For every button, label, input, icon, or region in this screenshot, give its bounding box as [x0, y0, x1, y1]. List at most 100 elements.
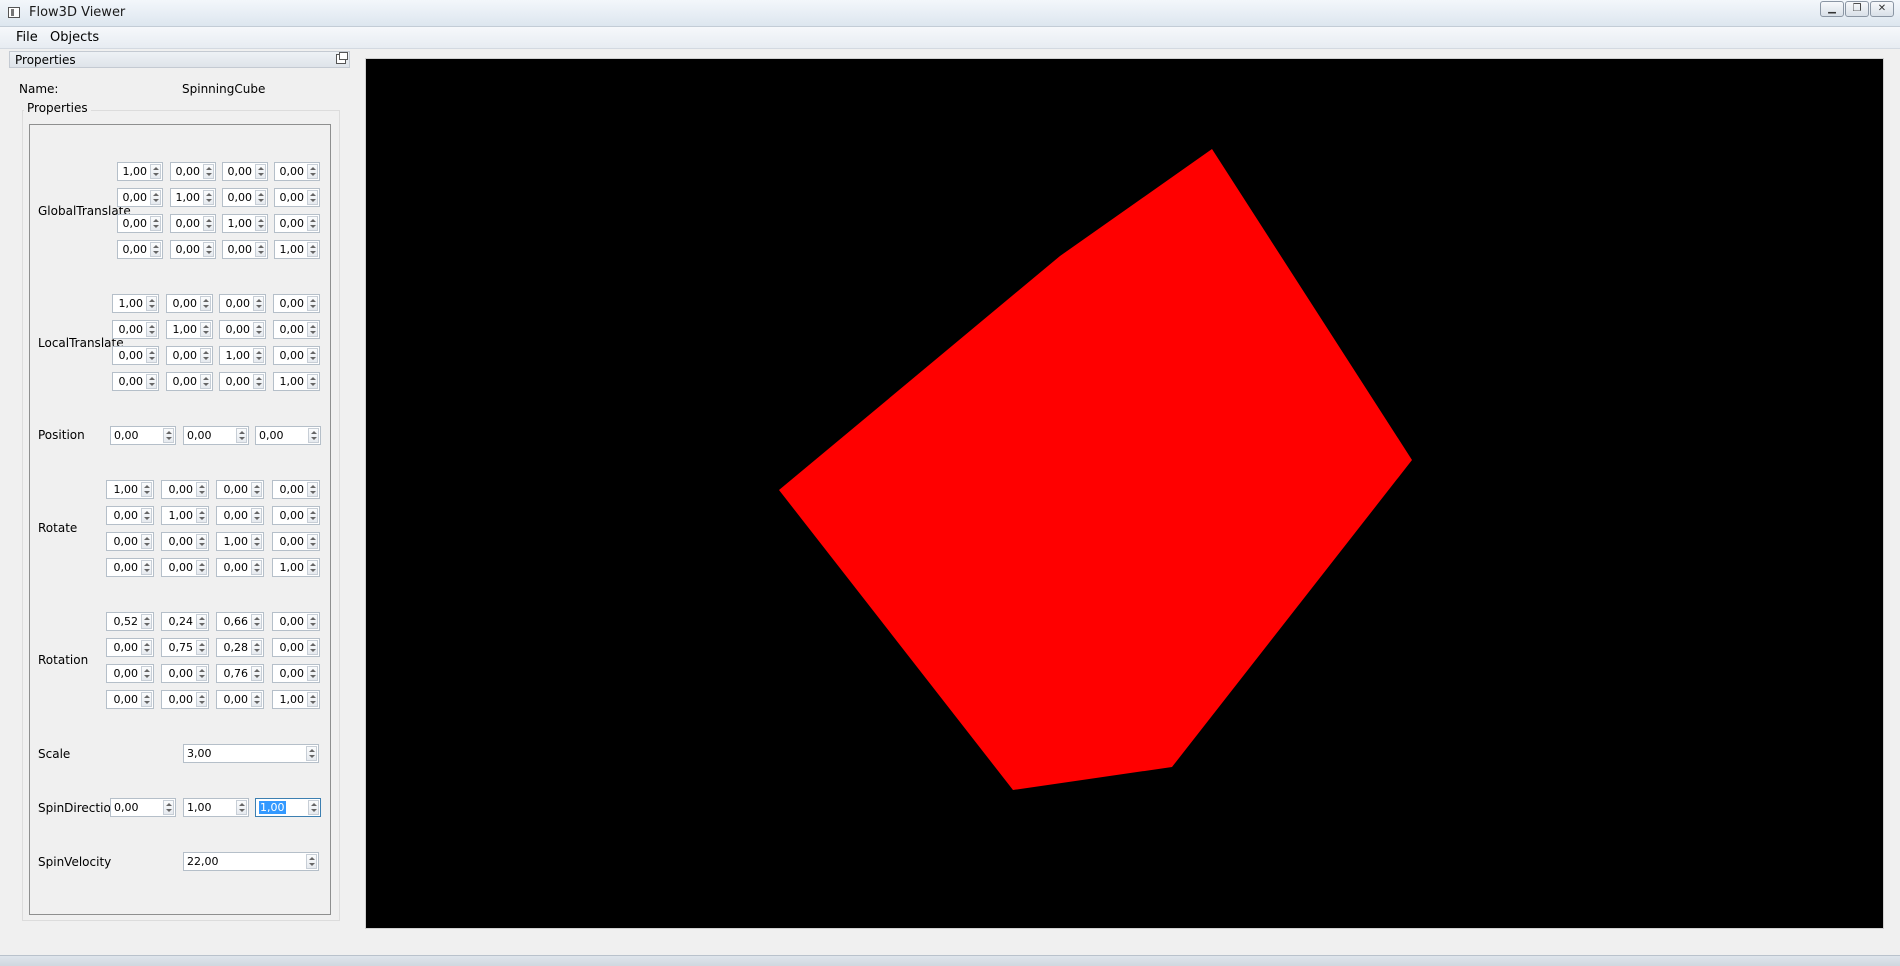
rotate-1-2-spinbox[interactable]: 0,00	[216, 506, 264, 525]
spin-arrows-icon[interactable]	[141, 692, 152, 707]
spin-arrows-icon[interactable]	[306, 854, 317, 869]
rotate-0-0-spinbox[interactable]: 1,00	[106, 480, 154, 499]
spin-arrows-icon[interactable]	[307, 640, 318, 655]
local-translate-1-2-spinbox[interactable]: 0,00	[219, 320, 266, 339]
spin-arrows-icon[interactable]	[163, 800, 174, 815]
spin-arrows-icon[interactable]	[150, 190, 161, 205]
spin-arrows-icon[interactable]	[307, 348, 318, 363]
rotation-3-2-spinbox[interactable]: 0,00	[216, 690, 264, 709]
spin-arrows-icon[interactable]	[146, 296, 157, 311]
spin-arrows-icon[interactable]	[196, 692, 207, 707]
spin-arrows-icon[interactable]	[307, 164, 318, 179]
spin-arrows-icon[interactable]	[307, 374, 318, 389]
spin-arrows-icon[interactable]	[196, 534, 207, 549]
rotate-1-3-spinbox[interactable]: 0,00	[272, 506, 320, 525]
spin-arrows-icon[interactable]	[141, 666, 152, 681]
rotation-1-3-spinbox[interactable]: 0,00	[272, 638, 320, 657]
spin-arrows-icon[interactable]	[251, 534, 262, 549]
rotate-3-0-spinbox[interactable]: 0,00	[106, 558, 154, 577]
spin-arrows-icon[interactable]	[308, 428, 319, 443]
spin-arrows-icon[interactable]	[203, 242, 214, 257]
spin-arrows-icon[interactable]	[308, 800, 319, 815]
spin-arrows-icon[interactable]	[307, 508, 318, 523]
spin-arrows-icon[interactable]	[200, 374, 211, 389]
spin-arrows-icon[interactable]	[255, 242, 266, 257]
global-translate-2-2-spinbox[interactable]: 1,00	[222, 214, 268, 233]
global-translate-2-0-spinbox[interactable]: 0,00	[117, 214, 163, 233]
local-translate-1-0-spinbox[interactable]: 0,00	[112, 320, 159, 339]
position-z-spinbox[interactable]: 0,00	[255, 426, 321, 445]
spin-arrows-icon[interactable]	[163, 428, 174, 443]
scale-spinbox[interactable]: 3,00	[183, 744, 319, 763]
spin-arrows-icon[interactable]	[307, 534, 318, 549]
rotate-1-1-spinbox[interactable]: 1,00	[161, 506, 209, 525]
global-translate-2-3-spinbox[interactable]: 0,00	[274, 214, 320, 233]
global-translate-3-1-spinbox[interactable]: 0,00	[170, 240, 216, 259]
local-translate-1-3-spinbox[interactable]: 0,00	[273, 320, 320, 339]
local-translate-1-1-spinbox[interactable]: 1,00	[166, 320, 213, 339]
local-translate-0-2-spinbox[interactable]: 0,00	[219, 294, 266, 313]
spin-arrows-icon[interactable]	[141, 640, 152, 655]
global-translate-3-3-spinbox[interactable]: 1,00	[274, 240, 320, 259]
spin-arrows-icon[interactable]	[251, 640, 262, 655]
rotation-0-2-spinbox[interactable]: 0,66	[216, 612, 264, 631]
spin-arrows-icon[interactable]	[255, 216, 266, 231]
spin-arrows-icon[interactable]	[150, 164, 161, 179]
rotate-2-3-spinbox[interactable]: 0,00	[272, 532, 320, 551]
global-translate-0-0-spinbox[interactable]: 1,00	[117, 162, 163, 181]
global-translate-0-3-spinbox[interactable]: 0,00	[274, 162, 320, 181]
spin-arrows-icon[interactable]	[203, 190, 214, 205]
spin-arrows-icon[interactable]	[146, 348, 157, 363]
spin-arrows-icon[interactable]	[236, 428, 247, 443]
spin-arrows-icon[interactable]	[251, 666, 262, 681]
rotate-0-2-spinbox[interactable]: 0,00	[216, 480, 264, 499]
spin-arrows-icon[interactable]	[196, 482, 207, 497]
rotate-3-1-spinbox[interactable]: 0,00	[161, 558, 209, 577]
spin-arrows-icon[interactable]	[200, 296, 211, 311]
spin-arrows-icon[interactable]	[203, 216, 214, 231]
spin-arrows-icon[interactable]	[150, 242, 161, 257]
local-translate-2-0-spinbox[interactable]: 0,00	[112, 346, 159, 365]
spin-arrows-icon[interactable]	[307, 560, 318, 575]
spin-arrows-icon[interactable]	[141, 482, 152, 497]
minimize-button[interactable]: ▁	[1820, 1, 1844, 17]
global-translate-0-1-spinbox[interactable]: 0,00	[170, 162, 216, 181]
spin-arrows-icon[interactable]	[251, 692, 262, 707]
spin-arrows-icon[interactable]	[251, 560, 262, 575]
local-translate-0-3-spinbox[interactable]: 0,00	[273, 294, 320, 313]
spin-arrows-icon[interactable]	[196, 560, 207, 575]
spin-arrows-icon[interactable]	[150, 216, 161, 231]
spin-arrows-icon[interactable]	[141, 614, 152, 629]
spin-direction-y-spinbox[interactable]: 1,00	[183, 798, 249, 817]
rotate-3-3-spinbox[interactable]: 1,00	[272, 558, 320, 577]
global-translate-3-2-spinbox[interactable]: 0,00	[222, 240, 268, 259]
spin-arrows-icon[interactable]	[307, 482, 318, 497]
spin-arrows-icon[interactable]	[307, 614, 318, 629]
local-translate-2-1-spinbox[interactable]: 0,00	[166, 346, 213, 365]
spin-arrows-icon[interactable]	[307, 322, 318, 337]
global-translate-1-3-spinbox[interactable]: 0,00	[274, 188, 320, 207]
spin-arrows-icon[interactable]	[141, 560, 152, 575]
spin-direction-x-spinbox[interactable]: 0,00	[110, 798, 176, 817]
rotation-2-0-spinbox[interactable]: 0,00	[106, 664, 154, 683]
menu-objects[interactable]: Objects	[50, 30, 99, 45]
spin-arrows-icon[interactable]	[255, 190, 266, 205]
restore-button[interactable]: ❐	[1845, 1, 1869, 17]
spin-arrows-icon[interactable]	[236, 800, 247, 815]
spin-arrows-icon[interactable]	[307, 190, 318, 205]
rotation-1-1-spinbox[interactable]: 0,75	[161, 638, 209, 657]
spin-arrows-icon[interactable]	[306, 746, 317, 761]
3d-viewport[interactable]	[365, 58, 1884, 929]
rotation-0-0-spinbox[interactable]: 0,52	[106, 612, 154, 631]
rotation-3-1-spinbox[interactable]: 0,00	[161, 690, 209, 709]
spin-arrows-icon[interactable]	[196, 640, 207, 655]
rotation-0-1-spinbox[interactable]: 0,24	[161, 612, 209, 631]
rotate-0-1-spinbox[interactable]: 0,00	[161, 480, 209, 499]
spin-arrows-icon[interactable]	[141, 534, 152, 549]
spin-arrows-icon[interactable]	[253, 374, 264, 389]
spin-arrows-icon[interactable]	[200, 322, 211, 337]
spin-arrows-icon[interactable]	[146, 374, 157, 389]
local-translate-2-3-spinbox[interactable]: 0,00	[273, 346, 320, 365]
local-translate-3-1-spinbox[interactable]: 0,00	[166, 372, 213, 391]
rotate-2-2-spinbox[interactable]: 1,00	[216, 532, 264, 551]
